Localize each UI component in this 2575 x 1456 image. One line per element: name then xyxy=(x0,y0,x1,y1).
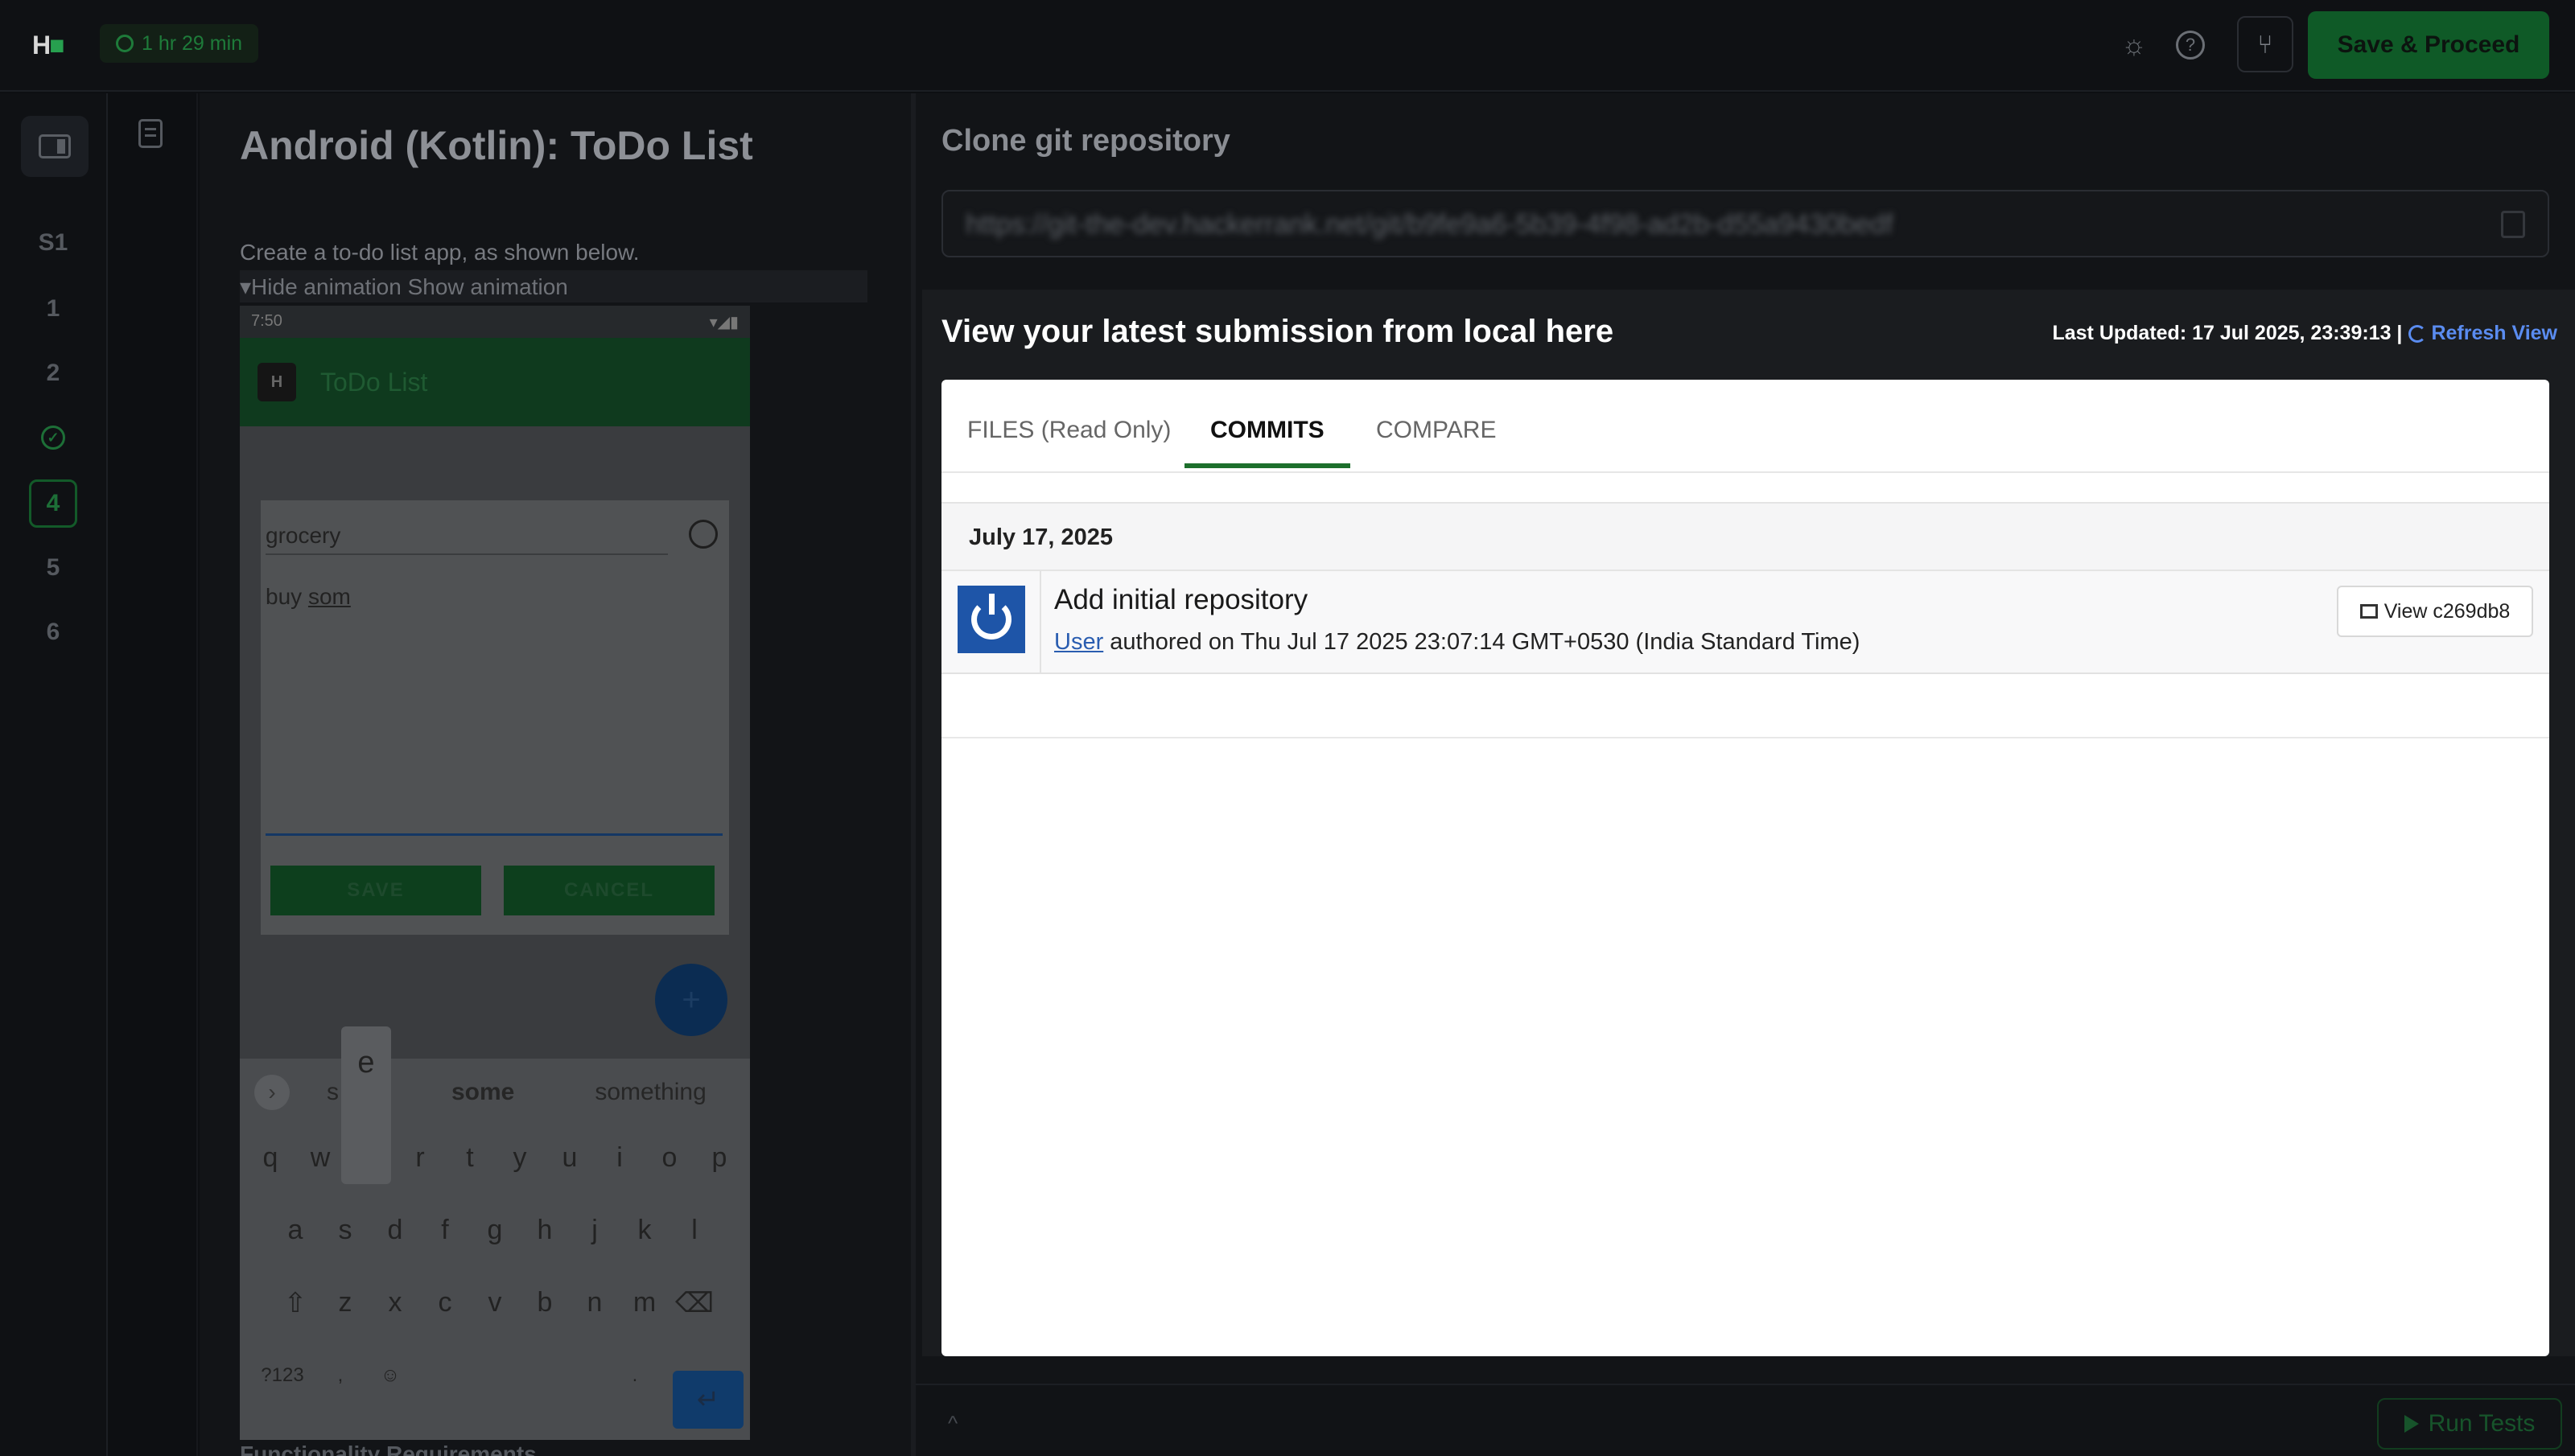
phone-app-title: ToDo List xyxy=(320,367,428,397)
copy-icon[interactable] xyxy=(2501,211,2525,238)
logo: H■ xyxy=(32,31,64,60)
phone-status-bar: 7:50 ▾◢▮ xyxy=(240,306,750,338)
clone-url-field[interactable]: https://git-the-dev.hackerrank.net/git/b… xyxy=(941,190,2549,257)
clone-title: Clone git repository xyxy=(941,124,1230,158)
clone-url: https://git-the-dev.hackerrank.net/git/b… xyxy=(966,209,1893,240)
suggestion-bar: › s some something xyxy=(240,1059,750,1126)
app-icon: H xyxy=(258,363,296,401)
tab-bar: FILES (Read Only) COMMITS COMPARE xyxy=(941,380,2549,473)
phone-app-bar: H ToDo List xyxy=(240,338,750,426)
power-icon xyxy=(971,594,1011,640)
clock-icon xyxy=(116,35,134,52)
panel-toggle-button[interactable] xyxy=(21,116,89,177)
author-link[interactable]: User xyxy=(1054,629,1103,655)
help-icon[interactable]: ? xyxy=(2173,27,2208,63)
commit-date-header: July 17, 2025 xyxy=(941,502,2549,571)
phone-time: 7:50 xyxy=(251,312,282,330)
last-updated: Last Updated: 17 Jul 2025, 23:39:13 | Re… xyxy=(2052,322,2557,345)
tab-compare[interactable]: COMPARE xyxy=(1376,417,1496,471)
focus-underline xyxy=(266,833,723,836)
suggestion: something xyxy=(595,1079,707,1105)
rail-item-3[interactable]: ✓ xyxy=(29,413,77,462)
commit-row: Add initial repository User authored on … xyxy=(941,571,2549,674)
doc-column xyxy=(109,93,198,1456)
sidebar-toggle-icon xyxy=(39,134,71,158)
submission-panel: View your latest submission from local h… xyxy=(922,290,2575,1356)
top-bar: H■ 1 hr 29 min ☼ ? ⑂ Save & Proceed xyxy=(0,0,2575,92)
key-row-3: ⇧ z x c v b n m ⌫ xyxy=(283,1287,715,1318)
bottom-bar: ^ Run Tests xyxy=(916,1384,2575,1456)
git-branch-icon[interactable]: ⑂ xyxy=(2237,16,2293,72)
run-tests-label: Run Tests xyxy=(2428,1410,2536,1437)
refresh-icon xyxy=(2408,324,2427,343)
refresh-label: Refresh View xyxy=(2431,322,2557,344)
timer-text: 1 hr 29 min xyxy=(142,31,243,55)
animation-toggle[interactable]: ▾Hide animation Show animation xyxy=(240,270,867,302)
rail-item-s1[interactable]: S1 xyxy=(29,219,77,267)
run-tests-button[interactable]: Run Tests xyxy=(2377,1398,2562,1450)
rail-item-1[interactable]: 1 xyxy=(29,285,77,333)
signal-icon: ▾◢▮ xyxy=(709,314,739,331)
rail-item-5[interactable]: 5 xyxy=(29,544,77,592)
view-commit-label: View c269db8 xyxy=(2383,599,2511,623)
rail-item-2[interactable]: 2 xyxy=(29,349,77,397)
chevron-right-icon: › xyxy=(254,1075,290,1110)
commit-meta: User authored on Thu Jul 17 2025 23:07:1… xyxy=(1054,629,1860,656)
last-updated-text: Last Updated: 17 Jul 2025, 23:39:13 | xyxy=(2052,322,2403,344)
key-row-1: qwrtyuiop xyxy=(262,1142,727,1173)
key-row-2: asdfghjkl xyxy=(287,1215,698,1245)
problem-description: Create a to-do list app, as shown below. xyxy=(240,240,640,265)
suggestion: s xyxy=(327,1079,339,1105)
refresh-view-link[interactable]: Refresh View xyxy=(2408,322,2557,345)
divider xyxy=(1040,571,1041,674)
commit-message: Add initial repository xyxy=(1054,584,1308,615)
tab-commits[interactable]: COMMITS xyxy=(1184,417,1350,468)
avatar xyxy=(958,586,1025,653)
phone-dialog: grocery buy som SAVE CANCEL xyxy=(261,500,729,935)
save-proceed-button[interactable]: Save & Proceed xyxy=(2308,11,2549,79)
file-icon xyxy=(2359,604,2378,619)
empty-row xyxy=(941,674,2549,738)
enter-key: ↵ xyxy=(673,1371,744,1429)
play-icon xyxy=(2404,1415,2419,1433)
alarm-icon xyxy=(689,520,718,549)
phone-cancel-button: CANCEL xyxy=(504,866,715,915)
rail-item-4[interactable]: 4 xyxy=(29,479,77,528)
commit-meta-text: authored on Thu Jul 17 2025 23:07:14 GMT… xyxy=(1103,629,1860,655)
document-icon[interactable] xyxy=(138,119,163,148)
check-circle-icon: ✓ xyxy=(41,426,65,450)
phone-preview: 7:50 ▾◢▮ H ToDo List grocery buy som SAVE… xyxy=(240,306,750,1440)
tab-files[interactable]: FILES (Read Only) xyxy=(967,417,1171,471)
todo-title-field: grocery xyxy=(266,516,668,555)
sun-icon[interactable]: ☼ xyxy=(2116,27,2152,63)
todo-body-field: buy som xyxy=(266,584,351,609)
rail-item-6[interactable]: 6 xyxy=(29,608,77,656)
problem-title: Android (Kotlin): ToDo List xyxy=(240,123,753,168)
suggestion: some xyxy=(451,1079,515,1105)
add-fab: + xyxy=(655,964,727,1036)
submission-card: FILES (Read Only) COMMITS COMPARE July 1… xyxy=(941,380,2549,1356)
chevron-up-icon[interactable]: ^ xyxy=(948,1411,958,1436)
problem-panel: Android (Kotlin): ToDo List Create a to-… xyxy=(200,93,911,1456)
timer-badge: 1 hr 29 min xyxy=(100,24,259,63)
workspace-panel: Clone git repository https://git-the-dev… xyxy=(916,93,2575,1456)
submission-title: View your latest submission from local h… xyxy=(941,314,1614,349)
phone-keyboard: › s some something e qwrtyuiop asdfghjkl… xyxy=(240,1026,750,1440)
phone-save-button: SAVE xyxy=(270,866,481,915)
functionality-heading: Functionality Requirements xyxy=(240,1442,537,1456)
view-commit-button[interactable]: View c269db8 xyxy=(2337,586,2533,637)
